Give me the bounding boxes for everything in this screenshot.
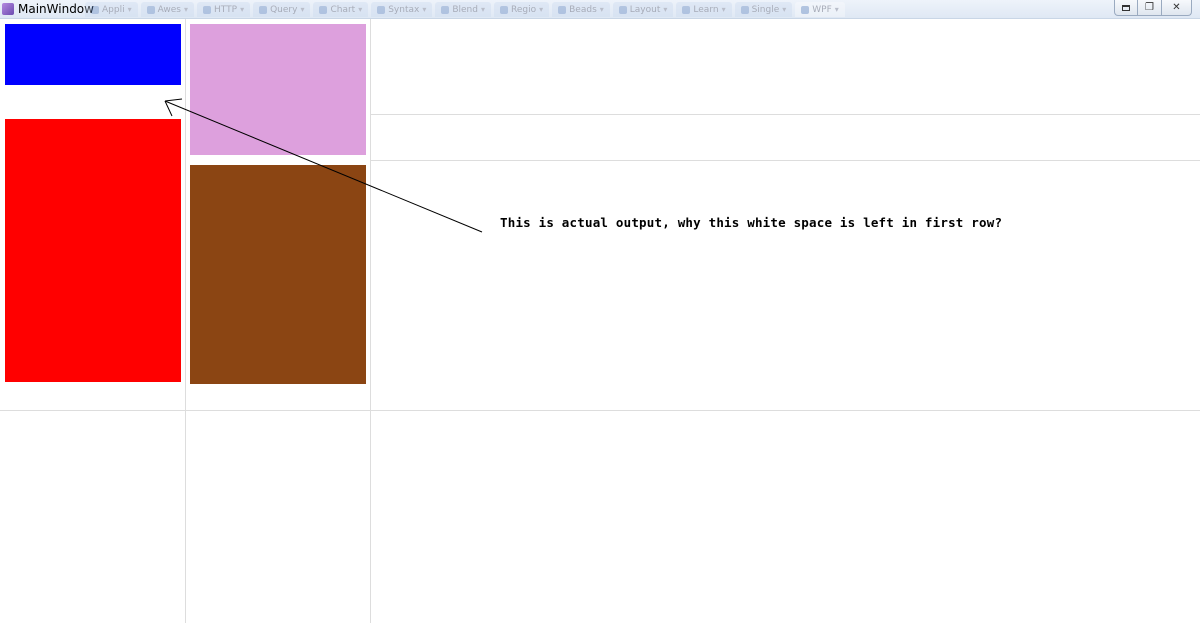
arrow-head-upper [164, 98, 183, 102]
annotation-text: This is actual output, why this white sp… [500, 215, 1003, 230]
arrow-shaft [164, 100, 483, 233]
annotation-arrow [164, 98, 483, 233]
